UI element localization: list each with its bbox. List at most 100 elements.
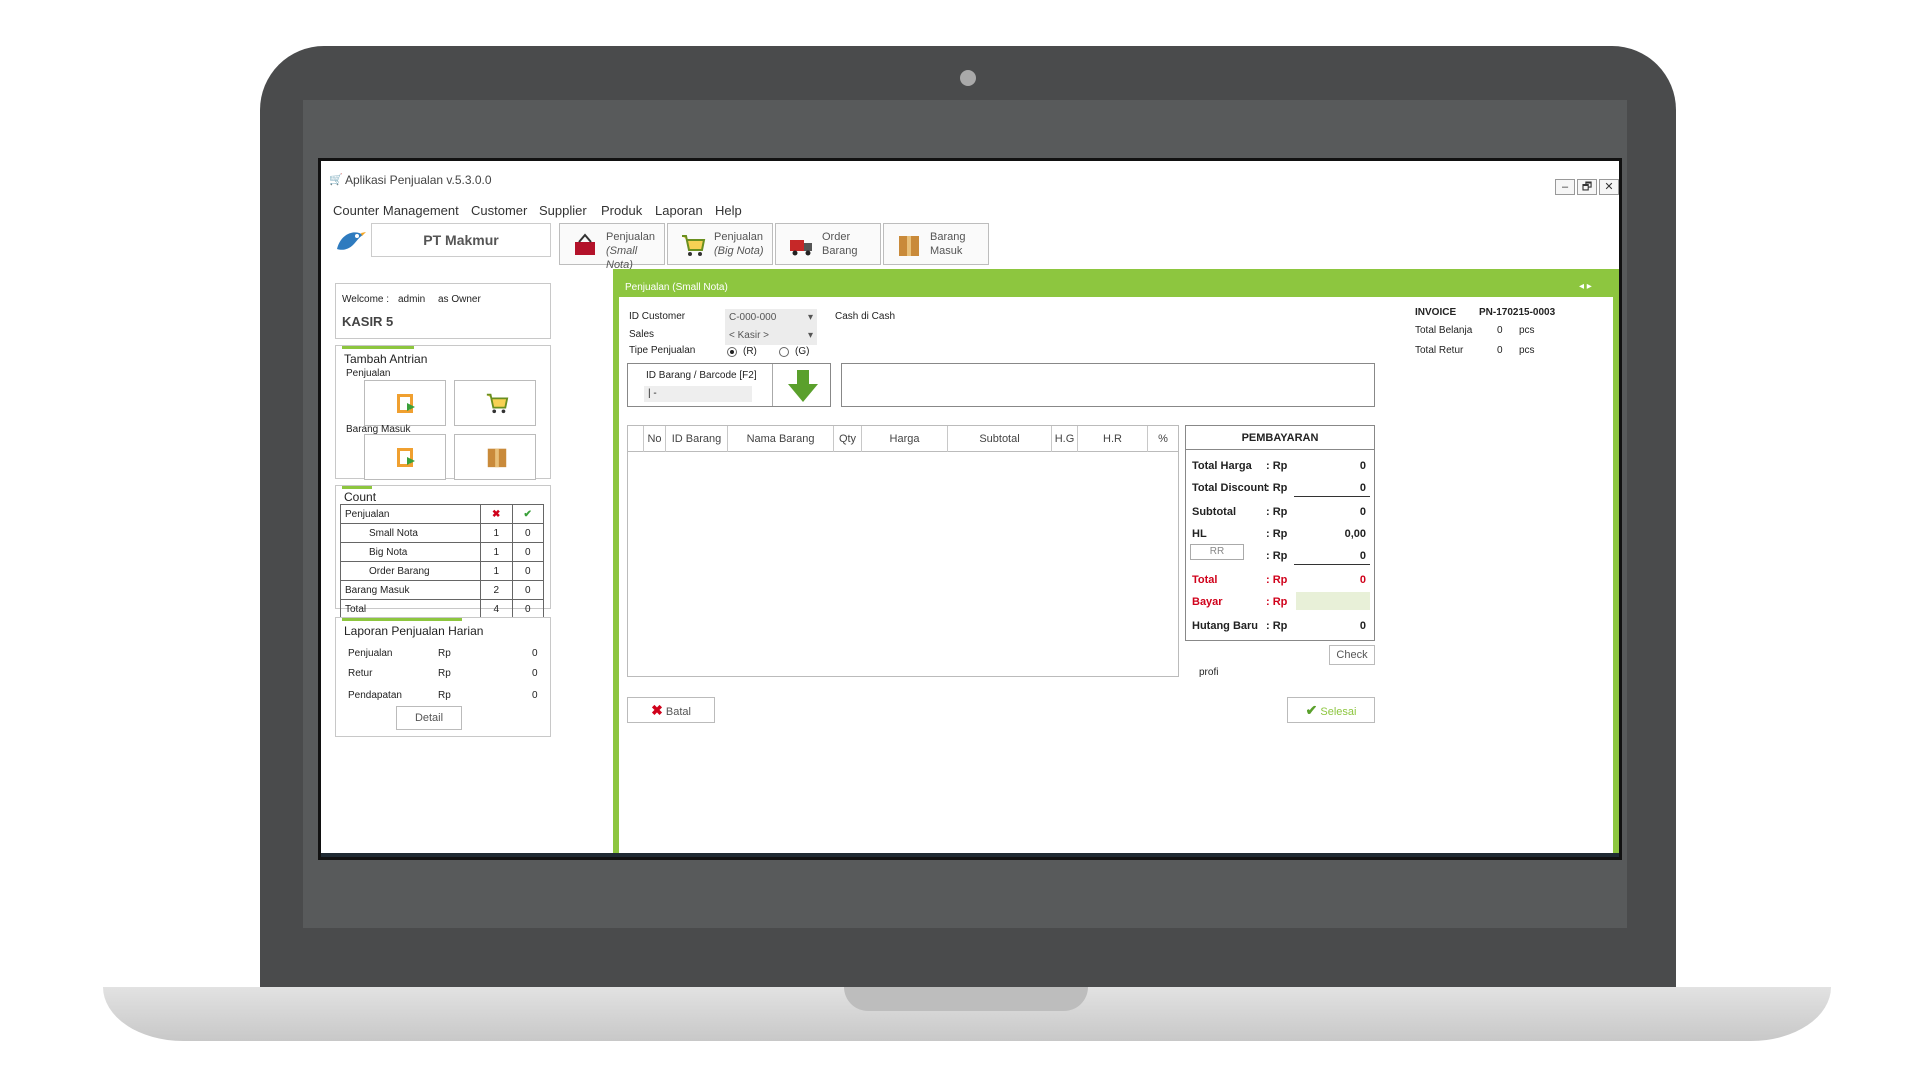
id-customer-select[interactable]: C-000-000 ▾ bbox=[725, 309, 817, 327]
clipboard-icon bbox=[397, 394, 415, 413]
menu-produk[interactable]: Produk bbox=[601, 203, 642, 218]
close-button[interactable]: ✕ bbox=[1599, 179, 1619, 195]
window-title: Aplikasi Penjualan v.5.3.0.0 bbox=[345, 173, 492, 187]
pay-cur: : Rp bbox=[1266, 550, 1288, 562]
pay-label-total: Total bbox=[1192, 574, 1218, 586]
welcome-panel: Welcome : admin as Owner KASIR 5 bbox=[335, 283, 551, 339]
queue-panel: Tambah Antrian Penjualan Barang Masuk bbox=[335, 345, 551, 480]
col-qty[interactable]: Qty bbox=[834, 426, 862, 452]
chevron-down-icon: ▾ bbox=[807, 330, 813, 341]
queue-penjualan-big-button[interactable] bbox=[454, 380, 536, 426]
toolbar-penjualan-small[interactable]: Penjualan (Small Nota) bbox=[559, 223, 665, 271]
count-row: Barang Masuk 2 0 bbox=[340, 580, 544, 600]
col-hg[interactable]: H.G bbox=[1052, 426, 1078, 452]
menu-help[interactable]: Help bbox=[715, 203, 742, 218]
pay-label-hl: HL bbox=[1192, 528, 1207, 540]
tab-penjualan-small-1[interactable]: Penjualan (Small Nota) 1 bbox=[619, 279, 735, 311]
arrow-down-icon[interactable] bbox=[788, 370, 818, 402]
menu-counter-management[interactable]: Counter Management bbox=[333, 203, 459, 218]
count-ok: 0 bbox=[511, 599, 544, 619]
count-ok: 0 bbox=[511, 561, 544, 581]
count-x: 1 bbox=[480, 523, 513, 543]
col-hr[interactable]: H.R bbox=[1078, 426, 1148, 452]
radio-g-label: (G) bbox=[795, 346, 810, 357]
toolbar-label-4: Barang bbox=[930, 231, 966, 243]
count-x: 2 bbox=[480, 580, 513, 600]
rr-input[interactable]: RR bbox=[1190, 544, 1244, 560]
pay-cur: : Rp bbox=[1266, 596, 1288, 608]
invoice-label: INVOICE bbox=[1415, 307, 1457, 318]
pay-cur: : Rp bbox=[1266, 460, 1288, 472]
pay-value-total: 0 bbox=[1359, 574, 1366, 586]
count-ok: 0 bbox=[511, 542, 544, 562]
detail-button[interactable]: Detail bbox=[396, 706, 462, 730]
app-window: 🛒 Aplikasi Penjualan v.5.3.0.0 – 🗗 ✕ Cou… bbox=[318, 158, 1622, 860]
barcode-input[interactable]: | - bbox=[644, 386, 752, 402]
grid-header: No ID Barang Nama Barang Qty Harga Subto… bbox=[628, 426, 1178, 452]
company-name: PT Makmur bbox=[371, 223, 551, 257]
count-table: Penjualan ✖ ✔ Small Nota 1 0 Big Nota 1 0 Orde… bbox=[340, 504, 544, 619]
barcode-label: ID Barang / Barcode [F2] bbox=[646, 370, 757, 381]
check-button[interactable]: Check bbox=[1329, 645, 1375, 665]
total-retur-label: Total Retur bbox=[1415, 345, 1464, 356]
queue-accent bbox=[342, 346, 414, 349]
queue-penjualan-small-button[interactable] bbox=[364, 380, 446, 426]
count-row: Small Nota 1 0 bbox=[340, 523, 544, 543]
col-subtotal[interactable]: Subtotal bbox=[948, 426, 1052, 452]
sales-value: < Kasir > bbox=[729, 330, 770, 341]
col-percent[interactable]: % bbox=[1148, 426, 1178, 452]
pay-label-subtotal: Subtotal bbox=[1192, 506, 1236, 518]
report-currency: Rp bbox=[438, 690, 451, 701]
toolbar-penjualan-big[interactable]: Penjualan (Big Nota) bbox=[667, 223, 773, 265]
payment-title: PEMBAYARAN bbox=[1186, 426, 1374, 450]
cash-label: Cash di Cash bbox=[835, 311, 896, 322]
batal-button[interactable]: ✖ Batal bbox=[627, 697, 715, 723]
count-row: Big Nota 1 0 bbox=[340, 542, 544, 562]
invoice-number: PN-170215-0003 bbox=[1479, 307, 1556, 318]
cart-icon bbox=[486, 393, 509, 414]
toolbar-sub-2: (Big Nota) bbox=[714, 245, 764, 257]
toolbar-order-barang[interactable]: Order Barang bbox=[775, 223, 881, 265]
sales-select[interactable]: < Kasir > ▾ bbox=[725, 327, 817, 345]
queue-order-barang-button[interactable] bbox=[364, 434, 446, 480]
menu-customer[interactable]: Customer bbox=[471, 203, 527, 218]
toolbar-label-2: Penjualan bbox=[714, 231, 763, 243]
basket-icon bbox=[575, 233, 595, 255]
col-id-barang[interactable]: ID Barang bbox=[666, 426, 728, 452]
count-label: Order Barang bbox=[340, 561, 481, 581]
radio-r-label: (R) bbox=[743, 346, 757, 357]
radio-g[interactable] bbox=[779, 347, 789, 357]
item-grid[interactable]: No ID Barang Nama Barang Qty Harga Subto… bbox=[627, 425, 1179, 677]
welcome-label: Welcome : bbox=[342, 294, 390, 305]
selesai-button[interactable]: ✔ Selesai bbox=[1287, 697, 1375, 723]
report-value: 0 bbox=[532, 690, 538, 701]
queue-penjualan-label: Penjualan bbox=[346, 368, 391, 379]
total-retur-value: 0 bbox=[1497, 345, 1503, 356]
check-icon: ✔ bbox=[1305, 702, 1318, 718]
pay-cur: : Rp bbox=[1266, 574, 1288, 586]
pay-label-total-discount: Total Discount bbox=[1192, 482, 1268, 494]
count-title: Count bbox=[344, 490, 377, 504]
queue-barang-masuk-button[interactable] bbox=[454, 434, 536, 480]
pay-cur: : Rp bbox=[1266, 482, 1288, 494]
total-belanja-value: 0 bbox=[1497, 325, 1503, 336]
menu-supplier[interactable]: Supplier bbox=[539, 203, 587, 218]
bayar-input[interactable] bbox=[1296, 592, 1370, 610]
report-label: Retur bbox=[348, 668, 373, 679]
col-no[interactable]: No bbox=[644, 426, 666, 452]
welcome-role: as Owner bbox=[438, 294, 481, 305]
menu-laporan[interactable]: Laporan bbox=[655, 203, 703, 218]
col-harga[interactable]: Harga bbox=[862, 426, 948, 452]
count-row: Penjualan ✖ ✔ bbox=[340, 504, 544, 524]
report-label: Pendapatan bbox=[348, 690, 402, 701]
radio-r[interactable] bbox=[727, 347, 737, 357]
pay-value-rr: 0 bbox=[1359, 550, 1366, 562]
minimize-button[interactable]: – bbox=[1555, 179, 1575, 195]
col-nama-barang[interactable]: Nama Barang bbox=[728, 426, 834, 452]
tab-nav-arrows[interactable]: ◂ ▸ bbox=[1579, 281, 1592, 292]
toolbar-barang-masuk[interactable]: Barang Masuk bbox=[883, 223, 989, 265]
total-belanja-unit: pcs bbox=[1519, 325, 1535, 336]
restore-button[interactable]: 🗗 bbox=[1577, 179, 1597, 195]
count-accent bbox=[342, 486, 372, 489]
pay-label-total-harga: Total Harga bbox=[1192, 460, 1252, 472]
